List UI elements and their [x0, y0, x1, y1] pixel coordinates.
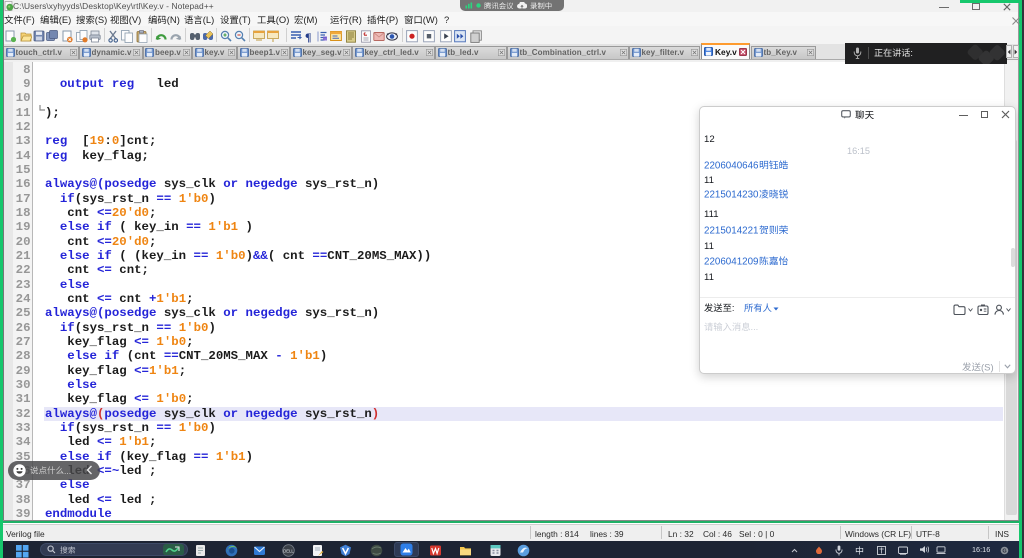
svg-text:¶: ¶ — [305, 30, 311, 43]
svg-text:G: G — [1002, 548, 1006, 554]
svg-text:DELL: DELL — [283, 548, 294, 553]
